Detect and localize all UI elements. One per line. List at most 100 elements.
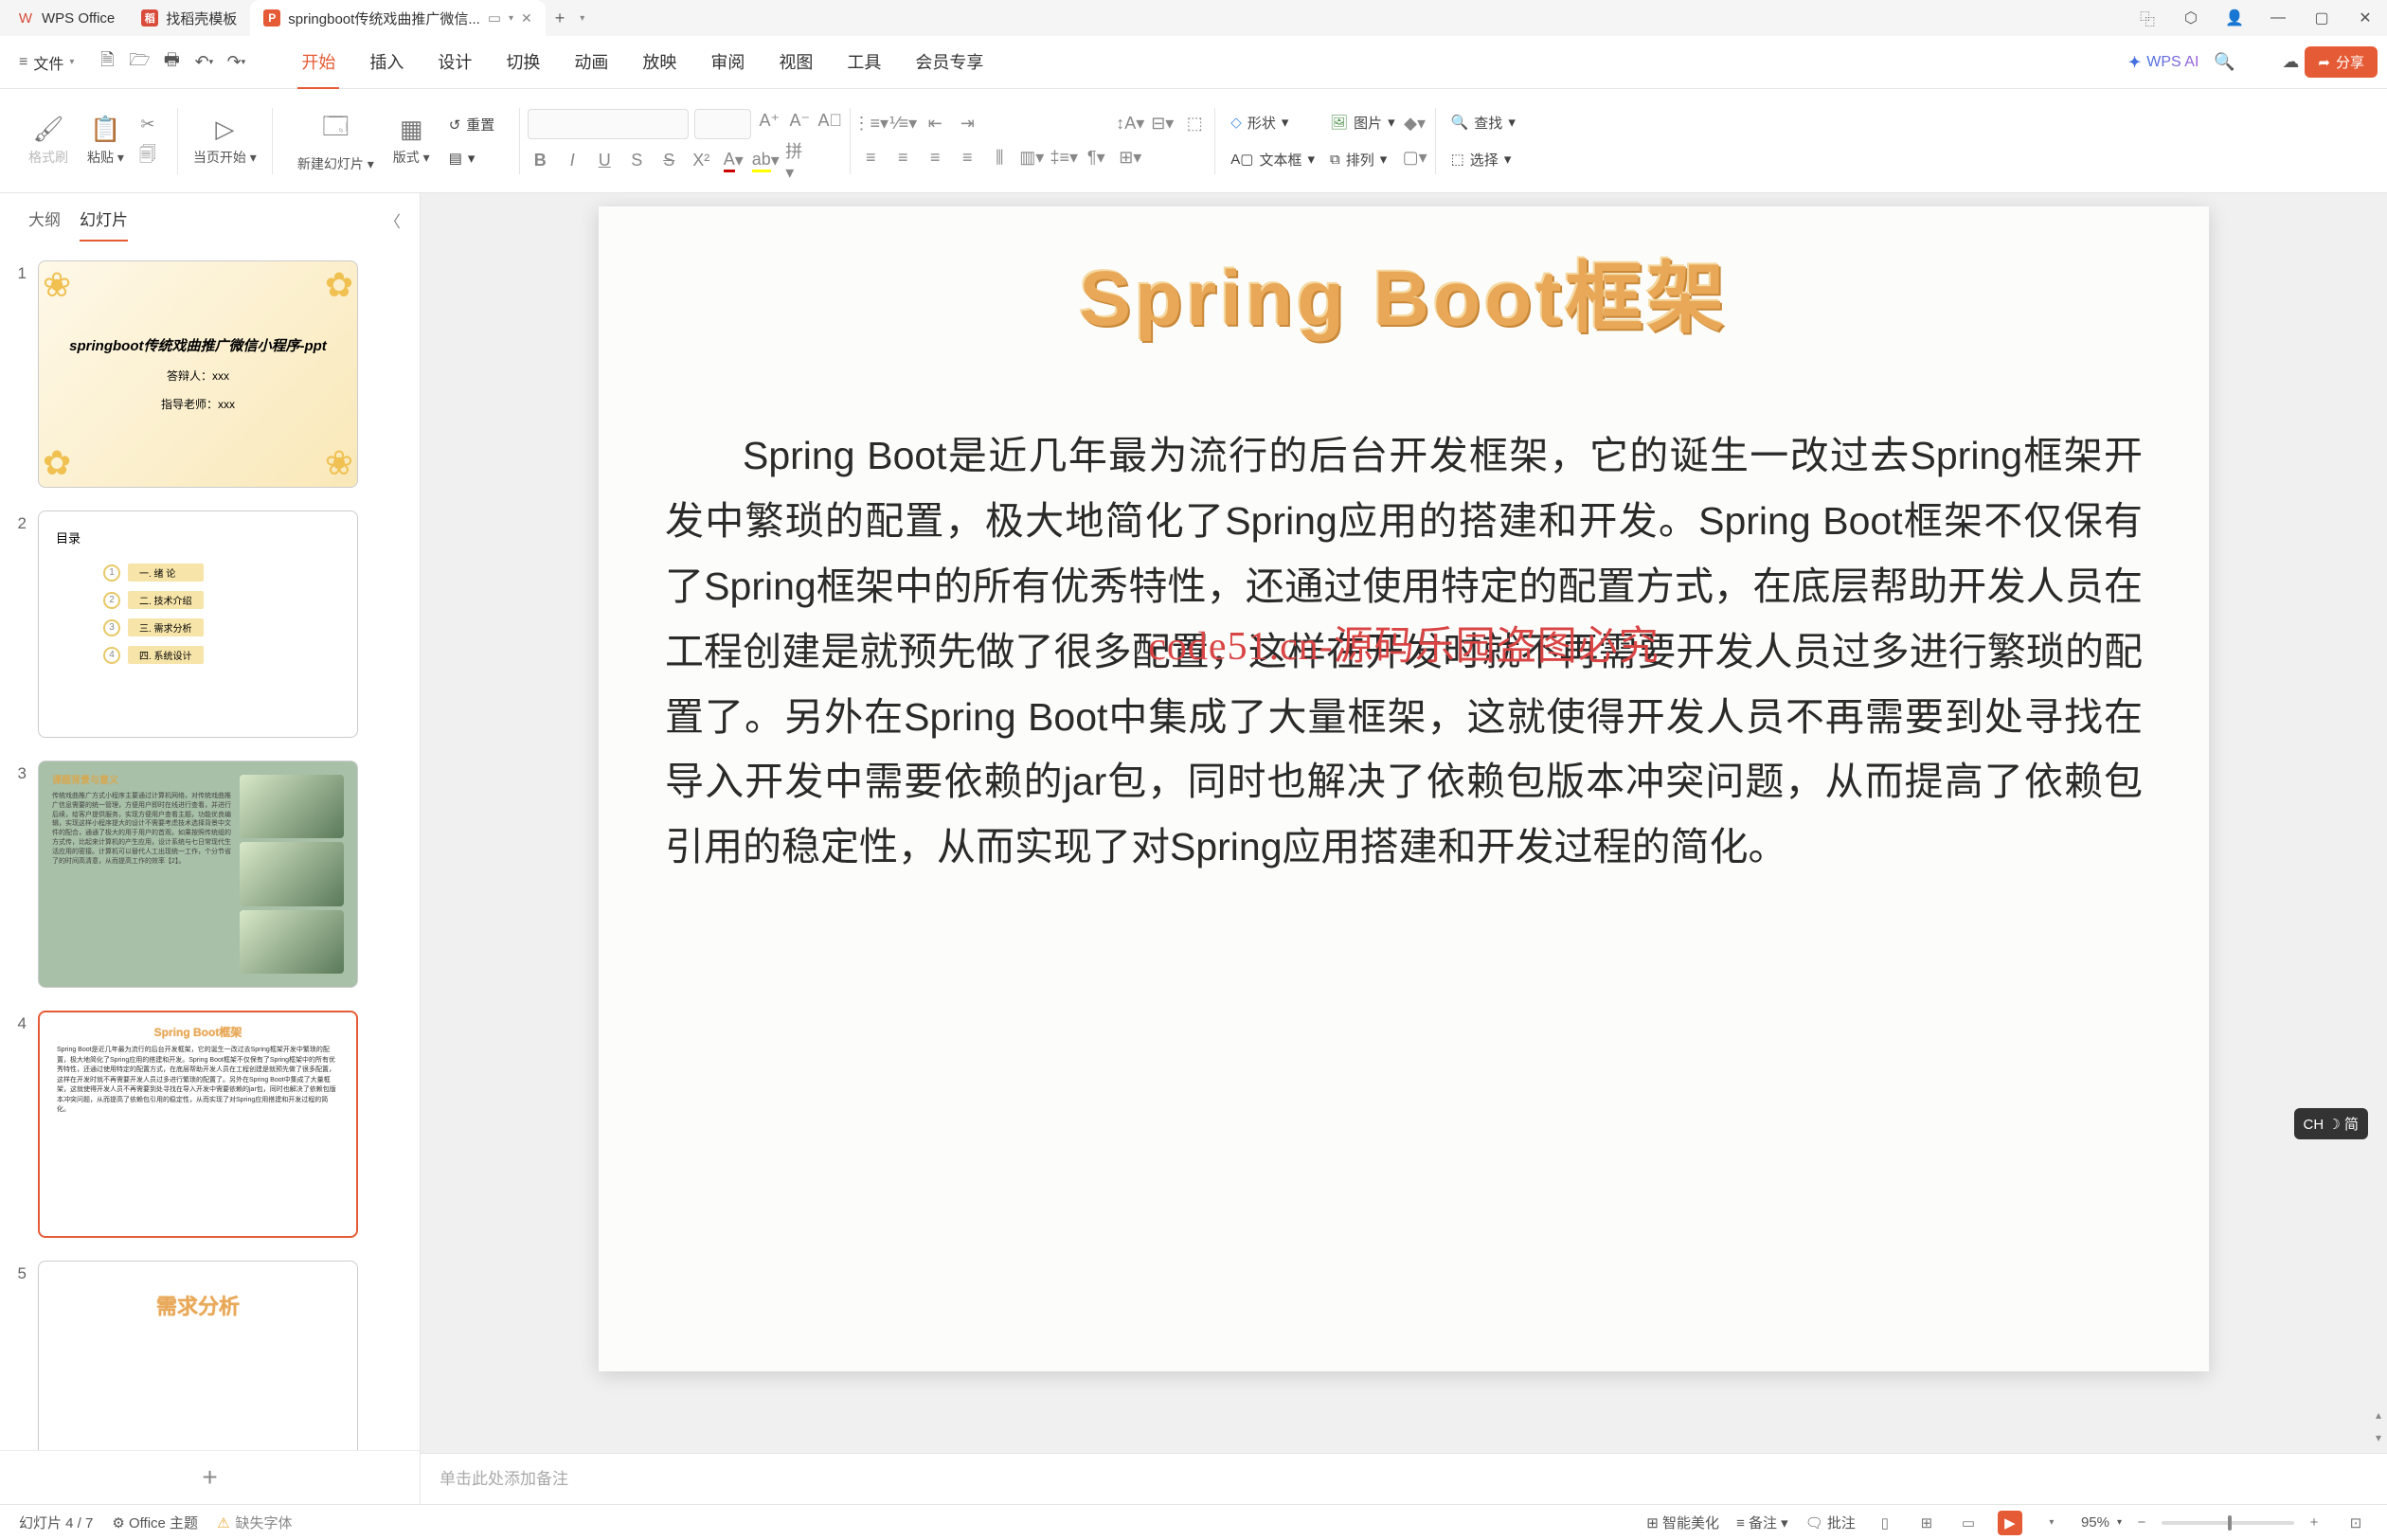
play-slideshow-icon[interactable]: ▶ <box>1998 1511 2022 1535</box>
tab-design[interactable]: 设计 <box>434 36 476 89</box>
tab-wps-office[interactable]: W WPS Office <box>0 0 128 36</box>
scroll-down-icon[interactable]: ▾ <box>2372 1428 2385 1447</box>
shape-outline-icon[interactable]: ▢▾ <box>1403 146 1427 170</box>
textbox-button[interactable]: A▢ 文本框 ▾ <box>1223 146 1322 173</box>
slide-thumbnail-3[interactable]: 3 课题背景与意义 传统戏曲推广方式小程序主要通过计算机网络，对传统戏曲推广信息… <box>8 761 412 988</box>
find-button[interactable]: 🔍 查找 ▾ <box>1444 109 1523 136</box>
arrange-button[interactable]: ⧉ 排列 ▾ <box>1322 146 1403 173</box>
slide-thumbnail-2[interactable]: 2 目录 1一. 绪 论 2二. 技术介绍 3三. 需求分析 4四. 系统设计 <box>8 510 412 738</box>
tab-review[interactable]: 审阅 <box>707 36 748 89</box>
slide-thumbnail-4[interactable]: 4 Spring Boot框架 Spring Boot是近几年最为流行的后台开发… <box>8 1011 412 1238</box>
reset-button[interactable]: ↺ 重置 <box>441 111 503 138</box>
missing-fonts-status[interactable]: ⚠ 缺失字体 <box>217 1513 292 1532</box>
collapse-panel-icon[interactable]: 〈 <box>385 208 401 232</box>
new-tab-button[interactable]: + ▾ <box>546 0 595 36</box>
align-left-icon[interactable]: ≡ <box>858 146 883 170</box>
file-menu-button[interactable]: ≡ 文件 ▾ <box>9 45 83 80</box>
notes-input[interactable]: 单击此处添加备注 <box>421 1453 2387 1504</box>
tab-view[interactable]: 视图 <box>775 36 817 89</box>
font-color-button[interactable]: A▾ <box>721 149 745 173</box>
line-spacing-icon[interactable]: ‡≡▾ <box>1051 146 1076 170</box>
notes-toggle[interactable]: ≡ 备注 ▾ <box>1736 1513 1788 1532</box>
zoom-dropdown-icon[interactable]: ▾ <box>2117 1517 2122 1528</box>
maximize-icon[interactable]: ▢ <box>2300 0 2343 36</box>
from-current-slide-button[interactable]: ▷ 当页开始 ▾ <box>186 111 264 170</box>
smartart-icon[interactable]: ⊞▾ <box>1118 146 1142 170</box>
redo-icon[interactable]: ↷▾ <box>222 48 250 77</box>
sorter-view-icon[interactable]: ⊞ <box>1914 1511 1939 1535</box>
select-button[interactable]: ⬚ 选择 ▾ <box>1444 146 1523 173</box>
minimize-icon[interactable]: — <box>2256 0 2300 36</box>
format-brush-button[interactable]: 🖌 格式刷 <box>21 111 76 170</box>
shape-button[interactable]: ◇ 形状 ▾ <box>1223 109 1322 136</box>
decrease-indent-icon[interactable]: ⇤ <box>923 112 947 136</box>
superscript-button[interactable]: X² <box>689 149 713 173</box>
shape-fill-icon[interactable]: ◆▾ <box>1403 112 1427 136</box>
tab-tools[interactable]: 工具 <box>843 36 885 89</box>
print-icon[interactable]: 🖶 <box>157 48 186 77</box>
tab-insert[interactable]: 插入 <box>366 36 407 89</box>
numbering-icon[interactable]: ⅟≡▾ <box>890 112 915 136</box>
zoom-value[interactable]: 95% <box>2081 1514 2109 1531</box>
tab-animation[interactable]: 动画 <box>570 36 612 89</box>
cloud-icon[interactable]: ☁ <box>2276 48 2305 77</box>
vertical-scrollbar[interactable]: ▴ ▾ <box>2372 206 2385 1447</box>
convert-smartart-icon[interactable]: ⬚ <box>1182 112 1207 136</box>
present-icon[interactable]: ▭ <box>488 9 501 27</box>
align-right-icon[interactable]: ≡ <box>923 146 947 170</box>
new-doc-icon[interactable]: 🗎 <box>93 48 121 77</box>
chevron-down-icon[interactable]: ▾ <box>580 13 584 24</box>
highlight-button[interactable]: ab▾ <box>753 149 778 173</box>
open-icon[interactable]: 🗁 <box>125 48 153 77</box>
add-slide-button[interactable]: + <box>0 1450 420 1504</box>
phonetic-button[interactable]: 拼▾ <box>785 149 810 173</box>
bullets-icon[interactable]: ⋮≡▾ <box>858 112 883 136</box>
tab-document-active[interactable]: P springboot传统戏曲推广微信... ▭ ▾ ✕ <box>250 0 546 36</box>
new-slide-button[interactable]: 🗔 新建幻灯片 ▾ <box>290 105 382 177</box>
wps-ai-button[interactable]: ✦ WPS AI <box>2117 53 2211 72</box>
slide-thumbnail-5[interactable]: 5 需求分析 <box>8 1261 412 1450</box>
underline-button[interactable]: U <box>592 149 617 173</box>
tab-daoke-templates[interactable]: 稻 找稻壳模板 <box>128 0 250 36</box>
search-icon[interactable]: 🔍 <box>2210 48 2238 77</box>
align-justify-icon[interactable]: ≡ <box>955 146 979 170</box>
tab-transition[interactable]: 切换 <box>502 36 544 89</box>
outline-tab[interactable]: 大纲 <box>28 206 61 242</box>
dropdown-icon[interactable]: ▾ <box>509 13 513 24</box>
reading-view-icon[interactable]: ▭ <box>1956 1511 1981 1535</box>
align-text-icon[interactable]: ⊟▾ <box>1150 112 1175 136</box>
distribute-h-icon[interactable]: ⫼ <box>987 146 1012 170</box>
font-name-input[interactable] <box>528 109 689 139</box>
tab-slideshow[interactable]: 放映 <box>638 36 680 89</box>
beautify-button[interactable]: ⊞ 智能美化 <box>1646 1513 1719 1532</box>
tab-member[interactable]: 会员专享 <box>911 36 987 89</box>
picture-button[interactable]: 🖼 图片 ▾ <box>1322 109 1403 136</box>
slide-canvas[interactable]: Spring Boot框架 Spring Boot是近几年最为流行的后台开发框架… <box>599 206 2209 1371</box>
normal-view-icon[interactable]: ▯ <box>1873 1511 1897 1535</box>
tab-start[interactable]: 开始 <box>297 36 339 89</box>
package-icon[interactable]: ⬡ <box>2169 0 2213 36</box>
layout-button[interactable]: ▦ 版式 ▾ <box>386 111 438 170</box>
comments-toggle[interactable]: 🗨 批注 <box>1805 1513 1856 1532</box>
copy-icon[interactable]: 🗐 <box>135 145 160 170</box>
close-icon[interactable]: ✕ <box>521 10 532 27</box>
clear-format-icon[interactable]: A⃠ <box>817 109 842 134</box>
slide-thumbnail-1[interactable]: 1 ❀ ✿ ✿ ❀ springboot传统戏曲推广微信小程序-ppt 答辩人：… <box>8 260 412 488</box>
strike-button[interactable]: S <box>624 149 649 173</box>
increase-font-icon[interactable]: A⁺ <box>757 109 781 134</box>
italic-button[interactable]: I <box>560 149 584 173</box>
close-window-icon[interactable]: ✕ <box>2343 0 2387 36</box>
scroll-up-icon[interactable]: ▴ <box>2372 1406 2385 1424</box>
slides-tab[interactable]: 幻灯片 <box>80 206 128 242</box>
avatar-icon[interactable]: 👤 <box>2213 0 2256 36</box>
columns-icon[interactable]: ▥▾ <box>1019 146 1044 170</box>
undo-icon[interactable]: ↶▾ <box>189 48 218 77</box>
font-size-input[interactable] <box>694 109 751 139</box>
align-center-icon[interactable]: ≡ <box>890 146 915 170</box>
share-button[interactable]: ➦ 分享 <box>2305 46 2378 78</box>
increase-indent-icon[interactable]: ⇥ <box>955 112 979 136</box>
fit-view-icon[interactable]: ⊡ <box>2343 1511 2368 1535</box>
zoom-out-icon[interactable]: − <box>2129 1511 2154 1535</box>
section-button[interactable]: ▤ ▾ <box>441 146 503 170</box>
ime-indicator[interactable]: CH ☽ 简 <box>2294 1108 2368 1139</box>
